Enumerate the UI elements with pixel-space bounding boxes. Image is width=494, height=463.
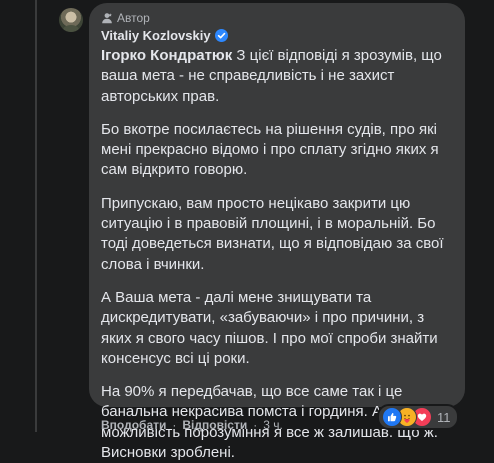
actions-separator: · xyxy=(172,418,177,432)
like-icon xyxy=(382,407,402,427)
reply-button[interactable]: Відповісти xyxy=(182,418,247,432)
thread-line xyxy=(35,0,37,432)
comment-paragraph-4: А Ваша мета - далі мене знищувати та дис… xyxy=(101,288,438,367)
comment-bubble: Автор Vitaliy Kozlovskiy Ігорко Кондратю… xyxy=(89,3,465,461)
author-badge-label: Автор xyxy=(117,11,150,25)
author-avatar[interactable] xyxy=(59,8,83,32)
like-button[interactable]: Вподобати xyxy=(101,418,166,432)
comment-paragraph-2: Бо вкотре посилаєтесь на рішення судів, … xyxy=(101,120,439,179)
reaction-count: 11 xyxy=(437,409,451,425)
reactions-summary[interactable]: 11 xyxy=(377,404,459,430)
author-row: Vitaliy Kozlovskiy xyxy=(101,27,455,44)
comment-actions: Вподобати · Відповісти · 3 ч. xyxy=(101,418,283,432)
actions-separator: · xyxy=(253,418,258,432)
verified-badge-icon xyxy=(214,29,228,42)
comment-paragraph-1: Ігорко Кондратюк З цієї відповіді я зроз… xyxy=(101,46,455,107)
author-badge: Автор xyxy=(101,10,455,26)
comment-timestamp[interactable]: 3 ч. xyxy=(263,418,283,432)
author-name[interactable]: Vitaliy Kozlovskiy xyxy=(101,28,211,43)
comment-paragraph-3: Припускаю, вам просто нецікаво закрити ц… xyxy=(101,194,444,273)
mention-link[interactable]: Ігорко Кондратюк xyxy=(101,47,232,64)
author-badge-icon xyxy=(102,13,112,24)
comment-text: Ігорко Кондратюк З цієї відповіді я зроз… xyxy=(101,46,455,463)
